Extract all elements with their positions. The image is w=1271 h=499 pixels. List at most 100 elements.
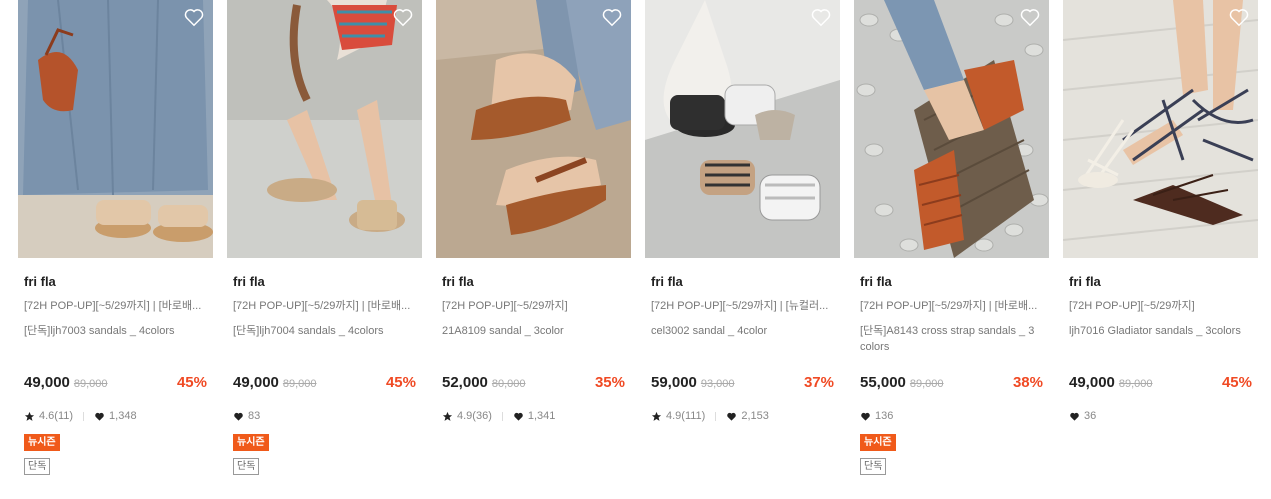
sale-price: 55,000 [860, 374, 906, 391]
discount-rate: 37% [803, 374, 834, 391]
product-image[interactable] [227, 0, 422, 258]
badge-new-season: 뉴시즌 [860, 434, 896, 451]
product-meta: 4.6(11) 1,348 [24, 409, 207, 423]
product-image[interactable] [645, 0, 840, 258]
product-card[interactable]: fri fla [72H POP-UP][~5/29까지] | [바로배... … [227, 0, 422, 499]
product-meta: 83 [233, 409, 416, 423]
heart-filled-icon [727, 412, 737, 421]
brand-name[interactable]: fri fla [227, 274, 422, 290]
badge-new-season: 뉴시즌 [24, 434, 60, 451]
original-price: 89,000 [282, 378, 317, 390]
divider [83, 411, 85, 421]
product-image[interactable] [18, 0, 213, 258]
price-row: 49,000 89,000 45% [1069, 374, 1252, 394]
discount-rate: 45% [176, 374, 207, 391]
product-title[interactable]: [72H POP-UP][~5/29까지] [436, 299, 631, 314]
divider [715, 411, 717, 421]
product-title[interactable]: [72H POP-UP][~5/29까지] | [바로배... [854, 299, 1049, 314]
original-price: 89,000 [73, 378, 108, 390]
brand-name[interactable]: fri fla [854, 274, 1049, 290]
price-row: 55,000 89,000 38% [860, 374, 1043, 394]
product-subtitle[interactable]: 21A8109 sandal _ 3color [436, 323, 631, 357]
wishlist-heart-icon[interactable] [183, 6, 205, 28]
price-row: 52,000 80,000 35% [442, 374, 625, 394]
brand-name[interactable]: fri fla [645, 274, 840, 290]
product-meta: 4.9(111) 2,153 [651, 409, 834, 423]
brand-name[interactable]: fri fla [1063, 274, 1258, 290]
likes-count: 36 [1084, 410, 1097, 422]
price-row: 49,000 89,000 45% [24, 374, 207, 394]
product-card[interactable]: fri fla [72H POP-UP][~5/29까지] | [바로배... … [854, 0, 1049, 499]
sale-price: 49,000 [233, 374, 279, 391]
likes: 36 [1069, 410, 1096, 422]
product-title[interactable]: [72H POP-UP][~5/29까지] | [뉴컬러... [645, 299, 840, 314]
badge-new-season: 뉴시즌 [233, 434, 269, 451]
rating: 4.9(111) [651, 410, 705, 422]
brand-name[interactable]: fri fla [18, 274, 213, 290]
product-image[interactable] [1063, 0, 1258, 258]
heart-filled-icon [514, 412, 523, 421]
product-title[interactable]: [72H POP-UP][~5/29까지] | [바로배... [227, 299, 422, 314]
product-title[interactable]: [72H POP-UP][~5/29까지] [1063, 299, 1258, 314]
discount-rate: 35% [594, 374, 625, 391]
heart-filled-icon [861, 412, 870, 421]
likes-count: 2,153 [741, 410, 769, 422]
discount-rate: 38% [1012, 374, 1043, 391]
star-icon [442, 411, 453, 421]
product-card[interactable]: fri fla [72H POP-UP][~5/29까지] 21A8109 sa… [436, 0, 631, 499]
heart-filled-icon [95, 412, 104, 421]
heart-filled-icon [234, 412, 243, 421]
product-card[interactable]: fri fla [72H POP-UP][~5/29까지] | [바로배... … [18, 0, 213, 499]
original-price: 93,000 [700, 378, 735, 390]
rating-value: 4.6(11) [39, 410, 74, 422]
wishlist-heart-icon[interactable] [1228, 6, 1250, 28]
product-subtitle[interactable]: cel3002 sandal _ 4color [645, 323, 840, 357]
wishlist-heart-icon[interactable] [601, 6, 623, 28]
rating: 4.6(11) [24, 410, 73, 422]
likes: 2,153 [726, 410, 769, 422]
likes: 83 [233, 410, 260, 422]
product-subtitle[interactable]: [단독]ljh7003 sandals _ 4colors [18, 323, 213, 357]
sale-price: 59,000 [651, 374, 697, 391]
wishlist-heart-icon[interactable] [392, 6, 414, 28]
price-row: 49,000 89,000 45% [233, 374, 416, 394]
likes-count: 83 [248, 410, 261, 422]
badge-exclusive: 단독 [860, 458, 887, 475]
product-meta: 36 [1069, 409, 1252, 423]
product-grid: fri fla [72H POP-UP][~5/29까지] | [바로배... … [18, 0, 1258, 499]
badge-exclusive: 단독 [233, 458, 260, 475]
product-subtitle[interactable]: [단독]ljh7004 sandals _ 4colors [227, 323, 422, 357]
brand-name[interactable]: fri fla [436, 274, 631, 290]
likes: 136 [860, 410, 893, 422]
discount-rate: 45% [1221, 374, 1252, 391]
wishlist-heart-icon[interactable] [810, 6, 832, 28]
wishlist-heart-icon[interactable] [1019, 6, 1041, 28]
product-card[interactable]: fri fla [72H POP-UP][~5/29까지] ljh7016 Gl… [1063, 0, 1258, 499]
original-price: 80,000 [491, 378, 526, 390]
star-icon [651, 411, 662, 421]
likes-count: 1,348 [109, 410, 137, 422]
sale-price: 49,000 [1069, 374, 1115, 391]
sale-price: 52,000 [442, 374, 488, 391]
original-price: 89,000 [1118, 378, 1153, 390]
divider [501, 411, 503, 421]
product-meta: 4.9(36) 1,341 [442, 409, 625, 423]
product-meta: 136 [860, 409, 1043, 423]
original-price: 89,000 [909, 378, 944, 390]
badge-exclusive: 단독 [24, 458, 51, 475]
product-card[interactable]: fri fla [72H POP-UP][~5/29까지] | [뉴컬러... … [645, 0, 840, 499]
product-subtitle[interactable]: ljh7016 Gladiator sandals _ 3colors [1063, 323, 1258, 357]
product-subtitle[interactable]: [단독]A8143 cross strap sandals _ 3 colors [854, 323, 1049, 357]
star-icon [24, 411, 35, 421]
likes-count: 1,341 [527, 410, 556, 422]
price-row: 59,000 93,000 37% [651, 374, 834, 394]
product-image[interactable] [854, 0, 1049, 258]
likes: 1,348 [94, 410, 137, 422]
product-image[interactable] [436, 0, 631, 258]
heart-filled-icon [1070, 412, 1079, 421]
sale-price: 49,000 [24, 374, 70, 391]
rating: 4.9(36) [442, 410, 492, 422]
discount-rate: 45% [385, 374, 416, 391]
product-title[interactable]: [72H POP-UP][~5/29까지] | [바로배... [18, 299, 213, 314]
likes: 1,341 [513, 410, 556, 422]
